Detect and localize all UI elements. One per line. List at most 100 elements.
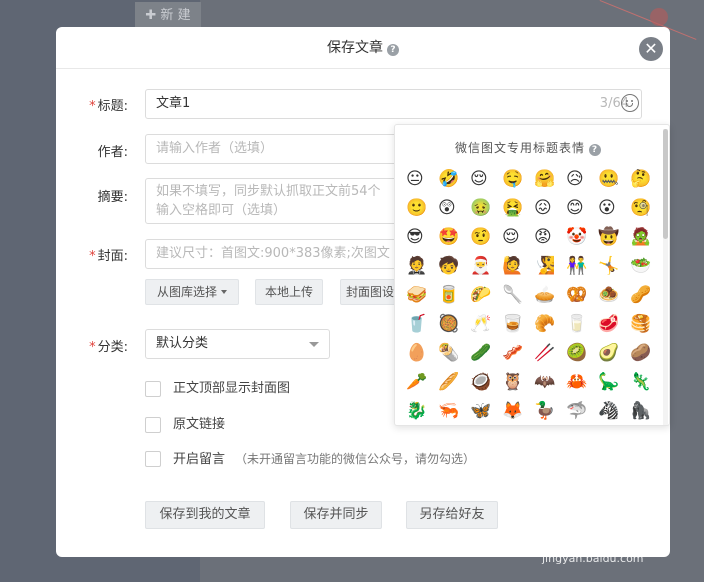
checkbox[interactable]: [145, 451, 161, 467]
category-select[interactable]: 默认分类: [145, 329, 330, 359]
emoji-item[interactable]: 🥄: [502, 281, 534, 310]
emoji-item[interactable]: 😐: [406, 165, 438, 194]
emoji-item[interactable]: 🤠: [598, 223, 630, 252]
save-and-sync-button[interactable]: 保存并同步: [290, 501, 382, 529]
emoji-item[interactable]: 🥓: [502, 339, 534, 368]
emoji-item[interactable]: 😊: [566, 194, 598, 223]
save-to-my-articles-button[interactable]: 保存到我的文章: [145, 501, 265, 529]
emoji-item[interactable]: 🦉: [502, 368, 534, 397]
emoji-item[interactable]: 🥂: [470, 310, 502, 339]
emoji-item[interactable]: 😮: [598, 194, 630, 223]
checkbox[interactable]: [145, 417, 161, 433]
cover-input[interactable]: 建议尺寸：首图文:900*383像素;次图文: [145, 239, 405, 269]
dialog-header: 保存文章?: [56, 27, 670, 69]
emoji-item[interactable]: 🥘: [438, 310, 470, 339]
chevron-down-icon: [221, 290, 227, 294]
emoji-item[interactable]: 🥃: [502, 310, 534, 339]
cover-settings-button[interactable]: 封面图设: [340, 279, 400, 305]
author-placeholder: 请输入作者（选填）: [156, 141, 274, 156]
emoji-item[interactable]: 🥩: [598, 310, 630, 339]
emoji-item[interactable]: 🧒: [438, 252, 470, 281]
emoji-item[interactable]: 👫: [566, 252, 598, 281]
emoji-item[interactable]: 🥢: [534, 339, 566, 368]
help-icon[interactable]: ?: [387, 44, 399, 56]
emoji-item[interactable]: 🌯: [438, 339, 470, 368]
checkbox[interactable]: [145, 381, 161, 397]
emoji-item[interactable]: 🦋: [470, 397, 502, 426]
emoji-item[interactable]: 🤩: [438, 223, 470, 252]
emoji-item[interactable]: 😡: [534, 223, 566, 252]
emoji-item[interactable]: 🤔: [630, 165, 662, 194]
title-input[interactable]: 文章1 3/64: [145, 89, 642, 119]
emoji-item[interactable]: 🐉: [406, 397, 438, 426]
close-button[interactable]: ✕: [639, 37, 663, 61]
emoji-grid: 😐 🤣 😌 🤤 🤗 😥 🤐 🤔 🙂 😲 🤢 🤮 😖 😊 😮 🧐 😎 🤩 🤨 😌 😡 🤡 🤠 🧟 🤵 🧒 🎅 🙋 🧏 👫 🤸 🥗 🥪 🥫 🌮 🥄 🥧 🥨 🧆 🥜…: [406, 165, 662, 426]
emoji-item[interactable]: 🥛: [566, 310, 598, 339]
summary-textarea[interactable]: 如果不填写，同步默认抓取正文前54个 输入空格即可（选填）: [145, 178, 405, 224]
emoji-item[interactable]: 🥪: [406, 281, 438, 310]
emoji-item[interactable]: 🥗: [630, 252, 662, 281]
scrollbar-thumb[interactable]: [663, 129, 668, 239]
emoji-item[interactable]: 🥤: [406, 310, 438, 339]
emoji-item[interactable]: 🥜: [630, 281, 662, 310]
emoji-item[interactable]: 🥕: [406, 368, 438, 397]
emoji-item[interactable]: 🤤: [502, 165, 534, 194]
emoji-item[interactable]: 😖: [534, 194, 566, 223]
scrollbar[interactable]: [663, 129, 668, 425]
category-label: * 分类:: [89, 340, 128, 355]
emoji-item[interactable]: 🦍: [630, 397, 662, 426]
emoji-item[interactable]: 🦇: [534, 368, 566, 397]
emoji-item[interactable]: 🥨: [566, 281, 598, 310]
emoji-item[interactable]: 😌: [470, 165, 502, 194]
choose-from-gallery-button[interactable]: 从图库选择: [145, 279, 239, 305]
emoji-item[interactable]: 🥞: [630, 310, 662, 339]
emoji-item[interactable]: 😲: [438, 194, 470, 223]
emoji-item[interactable]: 🤐: [598, 165, 630, 194]
author-input[interactable]: 请输入作者（选填）: [145, 134, 405, 164]
emoji-item[interactable]: 🥔: [630, 339, 662, 368]
emoji-item[interactable]: 🤡: [566, 223, 598, 252]
emoji-item[interactable]: 🥚: [406, 339, 438, 368]
summary-placeholder-line1: 如果不填写，同步默认抓取正文前54个: [156, 184, 381, 199]
emoji-item[interactable]: 🥝: [566, 339, 598, 368]
emoji-item[interactable]: 🥥: [470, 368, 502, 397]
emoji-item[interactable]: 😎: [406, 223, 438, 252]
cover-placeholder: 建议尺寸：首图文:900*383像素;次图文: [156, 246, 390, 261]
save-to-friend-button[interactable]: 另存给好友: [406, 501, 498, 529]
emoji-item[interactable]: 🥒: [470, 339, 502, 368]
emoji-item[interactable]: 🧆: [598, 281, 630, 310]
emoji-item[interactable]: 🦈: [566, 397, 598, 426]
emoji-item[interactable]: 🤸: [598, 252, 630, 281]
emoji-item[interactable]: 🧐: [630, 194, 662, 223]
emoji-item[interactable]: 🤣: [438, 165, 470, 194]
emoji-item[interactable]: 🎅: [470, 252, 502, 281]
emoji-item[interactable]: 🥖: [438, 368, 470, 397]
emoji-item[interactable]: 🥫: [438, 281, 470, 310]
emoji-item[interactable]: 🦐: [438, 397, 470, 426]
local-upload-button[interactable]: 本地上传: [255, 279, 323, 305]
emoji-item[interactable]: 🧏: [534, 252, 566, 281]
emoji-item[interactable]: 🤮: [502, 194, 534, 223]
emoji-item[interactable]: 🙋: [502, 252, 534, 281]
emoji-item[interactable]: 😥: [566, 165, 598, 194]
emoji-item[interactable]: 😌: [502, 223, 534, 252]
emoji-item[interactable]: 🌮: [470, 281, 502, 310]
emoji-item[interactable]: 🥧: [534, 281, 566, 310]
emoji-item[interactable]: 🦕: [598, 368, 630, 397]
emoji-item[interactable]: 🙂: [406, 194, 438, 223]
emoji-item[interactable]: 🦀: [566, 368, 598, 397]
emoji-item[interactable]: 🤢: [470, 194, 502, 223]
emoji-item[interactable]: 🤗: [534, 165, 566, 194]
emoji-item[interactable]: 🧟: [630, 223, 662, 252]
emoji-item[interactable]: 🦓: [598, 397, 630, 426]
emoji-item[interactable]: 🤨: [470, 223, 502, 252]
emoji-item[interactable]: 🦊: [502, 397, 534, 426]
emoji-item[interactable]: 🤵: [406, 252, 438, 281]
emoji-picker-icon[interactable]: [621, 94, 639, 112]
baidu-jingyan-watermark: Baidu 经验 jingyan.baidu.com: [538, 518, 698, 574]
emoji-item[interactable]: 🦆: [534, 397, 566, 426]
help-icon[interactable]: ?: [589, 144, 601, 156]
emoji-item[interactable]: 🦎: [630, 368, 662, 397]
emoji-item[interactable]: 🥐: [534, 310, 566, 339]
emoji-item[interactable]: 🥑: [598, 339, 630, 368]
